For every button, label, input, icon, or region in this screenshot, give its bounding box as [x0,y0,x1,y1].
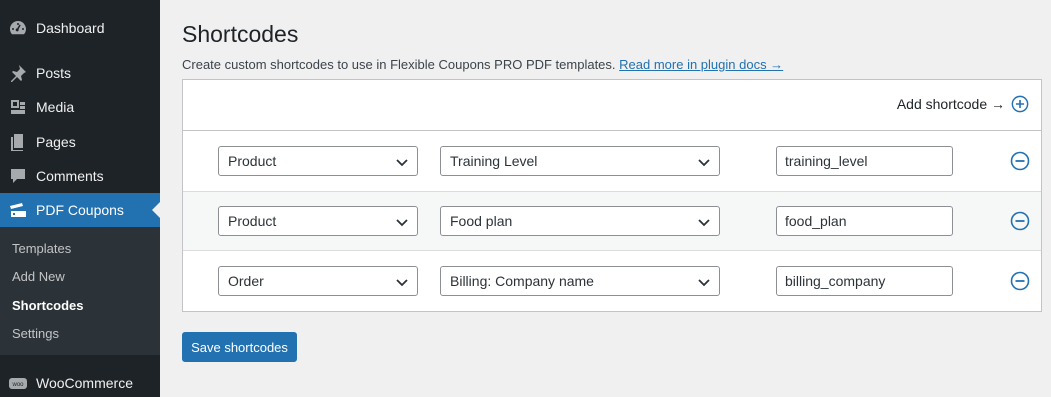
field-select[interactable]: Food plan [440,206,720,236]
plus-circle-icon [1011,95,1029,113]
object-type-select[interactable]: Product [218,206,418,236]
panel-header: Add shortcode → [183,80,1041,131]
select-value: Food plan [450,213,513,229]
select-value: Billing: Company name [450,273,594,289]
comment-icon [8,166,28,186]
description-text: Create custom shortcodes to use in Flexi… [182,57,616,72]
plugin-docs-link[interactable]: Read more in plugin docs → [619,57,783,72]
pdf-coupons-submenu: Templates Add New Shortcodes Settings [0,227,160,355]
woocommerce-icon: woo [8,373,28,393]
chevron-down-icon [698,279,710,287]
remove-row-icon[interactable] [1010,271,1030,291]
select-value: Product [228,213,277,229]
menu-item-media[interactable]: Media [0,90,160,124]
svg-text:woo: woo [11,382,24,388]
chevron-down-icon [396,219,408,227]
shortcodes-panel: Add shortcode → Product Training Level t… [182,79,1042,312]
remove-row-icon[interactable] [1010,211,1030,231]
menu-item-pages[interactable]: Pages [0,125,160,159]
menu-item-posts[interactable]: Posts [0,56,160,90]
active-indicator [152,202,160,218]
menu-label: PDF Coupons [36,202,124,218]
menu-item-dashboard[interactable]: Dashboard [0,11,160,45]
save-shortcodes-button[interactable]: Save shortcodes [182,332,297,362]
menu-label: WooCommerce [36,375,133,391]
chevron-down-icon [396,159,408,167]
chevron-down-icon [698,219,710,227]
add-shortcode-label: Add shortcode → [896,96,1005,112]
dashboard-icon [8,18,28,38]
media-icon [8,97,28,117]
input-value: billing_company [785,273,886,289]
coupon-icon [8,200,28,220]
submenu-item-settings[interactable]: Settings [12,326,59,341]
menu-item-pdf-coupons[interactable]: PDF Coupons [0,193,160,227]
chevron-down-icon [698,159,710,167]
menu-label: Posts [36,65,72,81]
page-description: Create custom shortcodes to use in Flexi… [182,57,783,72]
field-select[interactable]: Training Level [440,146,720,176]
remove-row-icon[interactable] [1010,151,1030,171]
menu-item-woocommerce[interactable]: woo WooCommerce [0,366,160,397]
shortcode-row: Product Food plan food_plan [183,191,1041,251]
submenu-item-shortcodes[interactable]: Shortcodes [12,298,84,313]
menu-label: Media [36,99,75,115]
menu-label: Pages [36,134,76,150]
pages-icon [8,132,28,152]
select-value: Product [228,153,277,169]
menu-label: Comments [36,168,104,184]
object-type-select[interactable]: Order [218,266,418,296]
shortcode-input[interactable]: billing_company [776,266,953,296]
pushpin-icon [8,63,28,83]
field-select[interactable]: Billing: Company name [440,266,720,296]
shortcode-row: Order Billing: Company name billing_comp… [183,251,1041,311]
shortcode-row: Product Training Level training_level [183,131,1041,191]
select-value: Training Level [450,153,538,169]
add-shortcode-button[interactable]: Add shortcode → [897,95,1029,113]
menu-item-comments[interactable]: Comments [0,159,160,193]
input-value: training_level [785,153,868,169]
object-type-select[interactable]: Product [218,146,418,176]
shortcode-input[interactable]: training_level [776,146,953,176]
select-value: Order [228,273,264,289]
page-title: Shortcodes [182,21,299,47]
chevron-down-icon [396,279,408,287]
shortcode-input[interactable]: food_plan [776,206,953,236]
input-value: food_plan [785,213,847,229]
menu-label: Dashboard [36,20,105,36]
submenu-item-templates[interactable]: Templates [12,241,71,256]
admin-sidebar: Dashboard Posts Media Pages Comments PDF… [0,0,160,397]
submenu-item-add-new[interactable]: Add New [12,269,65,284]
